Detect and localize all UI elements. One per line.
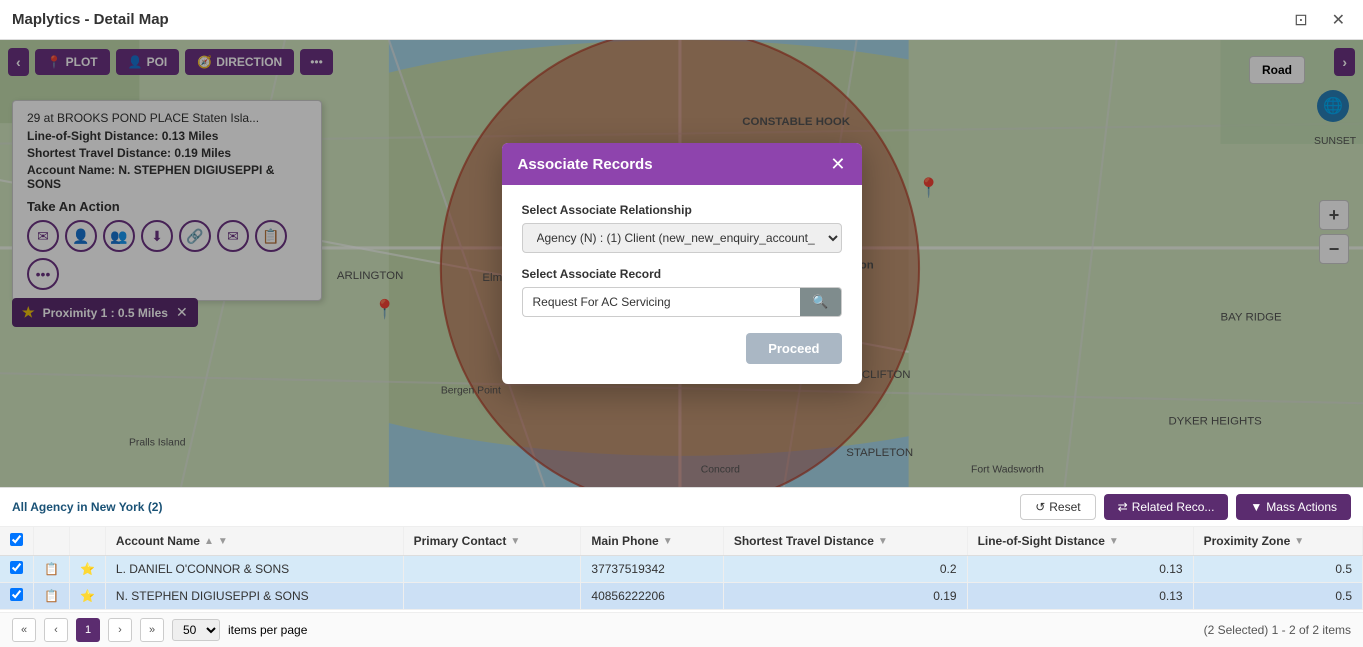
- table-container: Account Name ▲ ▼ Primary Contact ▼: [0, 527, 1363, 612]
- per-page-label: items per page: [228, 623, 307, 637]
- associate-records-modal: Associate Records ✕ Select Associate Rel…: [502, 143, 862, 384]
- mass-icon: ▼: [1250, 500, 1262, 514]
- map-area[interactable]: 439 440 550 📍 📍 📍 📍 📍 CONSTABLE HOOK New…: [0, 40, 1363, 487]
- related-records-button[interactable]: ⇄ Related Reco...: [1104, 494, 1229, 520]
- record-input-row: 🔍: [522, 287, 842, 317]
- first-page-button[interactable]: «: [12, 618, 36, 642]
- page-size-select[interactable]: 50: [172, 619, 220, 641]
- prev-page-button[interactable]: ‹: [44, 618, 68, 642]
- row2-proximity: 0.5: [1193, 583, 1362, 610]
- col-icon-1: [34, 527, 70, 556]
- bottom-panel: All Agency in New York (2) ↺ Reset ⇄ Rel…: [0, 487, 1363, 647]
- pagination: « ‹ 1 › » 50 items per page (2 Selected)…: [0, 612, 1363, 647]
- account-sort-icon[interactable]: ▲: [204, 536, 214, 547]
- mass-actions-button[interactable]: ▼ Mass Actions: [1236, 494, 1351, 520]
- last-page-button[interactable]: »: [140, 618, 164, 642]
- row1-std: 0.2: [723, 556, 967, 583]
- data-table: Account Name ▲ ▼ Primary Contact ▼: [0, 527, 1363, 610]
- relationship-label: Select Associate Relationship: [522, 203, 842, 217]
- next-page-button[interactable]: ›: [108, 618, 132, 642]
- row2-std: 0.19: [723, 583, 967, 610]
- table-row: 📋 ⭐ L. DANIEL O'CONNOR & SONS 3773751934…: [0, 556, 1363, 583]
- row2-phone: 40856222206: [581, 583, 723, 610]
- los-col-label: Line-of-Sight Distance: [978, 534, 1105, 548]
- col-phone: Main Phone ▼: [581, 527, 723, 556]
- row1-proximity: 0.5: [1193, 556, 1362, 583]
- table-row: 📋 ⭐ N. STEPHEN DIGIUSEPPI & SONS 4085622…: [0, 583, 1363, 610]
- table-body: 📋 ⭐ L. DANIEL O'CONNOR & SONS 3773751934…: [0, 556, 1363, 610]
- related-icon: ⇄: [1118, 500, 1128, 514]
- col-std: Shortest Travel Distance ▼: [723, 527, 967, 556]
- phone-col-label: Main Phone: [591, 534, 658, 548]
- modal-body: Select Associate Relationship Agency (N)…: [502, 185, 862, 384]
- phone-filter-icon[interactable]: ▼: [663, 536, 673, 547]
- col-icon-2: [69, 527, 105, 556]
- related-label: Related Reco...: [1132, 500, 1215, 514]
- std-filter-icon[interactable]: ▼: [878, 536, 888, 547]
- std-col-label: Shortest Travel Distance: [734, 534, 874, 548]
- row2-los: 0.13: [967, 583, 1193, 610]
- record-input[interactable]: [522, 287, 801, 317]
- reset-label: Reset: [1049, 500, 1080, 514]
- row1-icon2[interactable]: ⭐: [69, 556, 105, 583]
- modal-close-button[interactable]: ✕: [830, 155, 845, 173]
- select-all-checkbox[interactable]: [10, 533, 23, 546]
- row2-account: N. STEPHEN DIGIUSEPPI & SONS: [105, 583, 403, 610]
- col-los: Line-of-Sight Distance ▼: [967, 527, 1193, 556]
- table-header-row: Account Name ▲ ▼ Primary Contact ▼: [0, 527, 1363, 556]
- account-filter-icon[interactable]: ▼: [218, 536, 228, 547]
- row1-checkbox-cell: [0, 556, 34, 583]
- row2-checkbox[interactable]: [10, 588, 23, 601]
- row1-phone: 37737519342: [581, 556, 723, 583]
- record-search-button[interactable]: 🔍: [800, 287, 841, 317]
- row1-icon1[interactable]: 📋: [34, 556, 70, 583]
- app-title: Maplytics - Detail Map: [12, 11, 169, 28]
- modal-overlay: Associate Records ✕ Select Associate Rel…: [0, 40, 1363, 487]
- resize-button[interactable]: ⊡: [1288, 8, 1313, 32]
- reset-icon: ↺: [1035, 500, 1045, 514]
- contact-filter-icon[interactable]: ▼: [510, 536, 520, 547]
- proximity-filter-icon[interactable]: ▼: [1294, 536, 1304, 547]
- mass-label: Mass Actions: [1266, 500, 1337, 514]
- bottom-toolbar-right: ↺ Reset ⇄ Related Reco... ▼ Mass Actions: [1020, 494, 1351, 520]
- row2-checkbox-cell: [0, 583, 34, 610]
- title-bar-controls: ⊡ ✕: [1288, 8, 1351, 32]
- proximity-col-label: Proximity Zone: [1204, 534, 1291, 548]
- reset-button[interactable]: ↺ Reset: [1020, 494, 1095, 520]
- row1-contact: [403, 556, 581, 583]
- account-col-label: Account Name: [116, 534, 200, 548]
- col-account: Account Name ▲ ▼: [105, 527, 403, 556]
- record-label: Select Associate Record: [522, 267, 842, 281]
- modal-header: Associate Records ✕: [502, 143, 862, 185]
- proceed-button[interactable]: Proceed: [746, 333, 841, 364]
- title-bar: Maplytics - Detail Map ⊡ ✕: [0, 0, 1363, 40]
- los-filter-icon[interactable]: ▼: [1109, 536, 1119, 547]
- row2-icon1[interactable]: 📋: [34, 583, 70, 610]
- col-contact: Primary Contact ▼: [403, 527, 581, 556]
- bottom-toolbar: All Agency in New York (2) ↺ Reset ⇄ Rel…: [0, 488, 1363, 527]
- modal-footer: Proceed: [522, 333, 842, 364]
- pagination-summary: (2 Selected) 1 - 2 of 2 items: [1204, 623, 1351, 637]
- main-container: 439 440 550 📍 📍 📍 📍 📍 CONSTABLE HOOK New…: [0, 40, 1363, 647]
- modal-title: Associate Records: [518, 156, 653, 173]
- relationship-select[interactable]: Agency (N) : (1) Client (new_new_enquiry…: [522, 223, 842, 253]
- title-text: Maplytics - Detail Map: [12, 11, 169, 28]
- agency-label: All Agency in New York (2): [12, 500, 162, 514]
- page-1-button[interactable]: 1: [76, 618, 100, 642]
- close-window-button[interactable]: ✕: [1326, 8, 1351, 32]
- row1-checkbox[interactable]: [10, 561, 23, 574]
- contact-col-label: Primary Contact: [414, 534, 507, 548]
- row1-los: 0.13: [967, 556, 1193, 583]
- table-head: Account Name ▲ ▼ Primary Contact ▼: [0, 527, 1363, 556]
- row2-icon2[interactable]: ⭐: [69, 583, 105, 610]
- col-proximity: Proximity Zone ▼: [1193, 527, 1362, 556]
- row1-account: L. DANIEL O'CONNOR & SONS: [105, 556, 403, 583]
- row2-contact: [403, 583, 581, 610]
- header-checkbox-cell: [0, 527, 34, 556]
